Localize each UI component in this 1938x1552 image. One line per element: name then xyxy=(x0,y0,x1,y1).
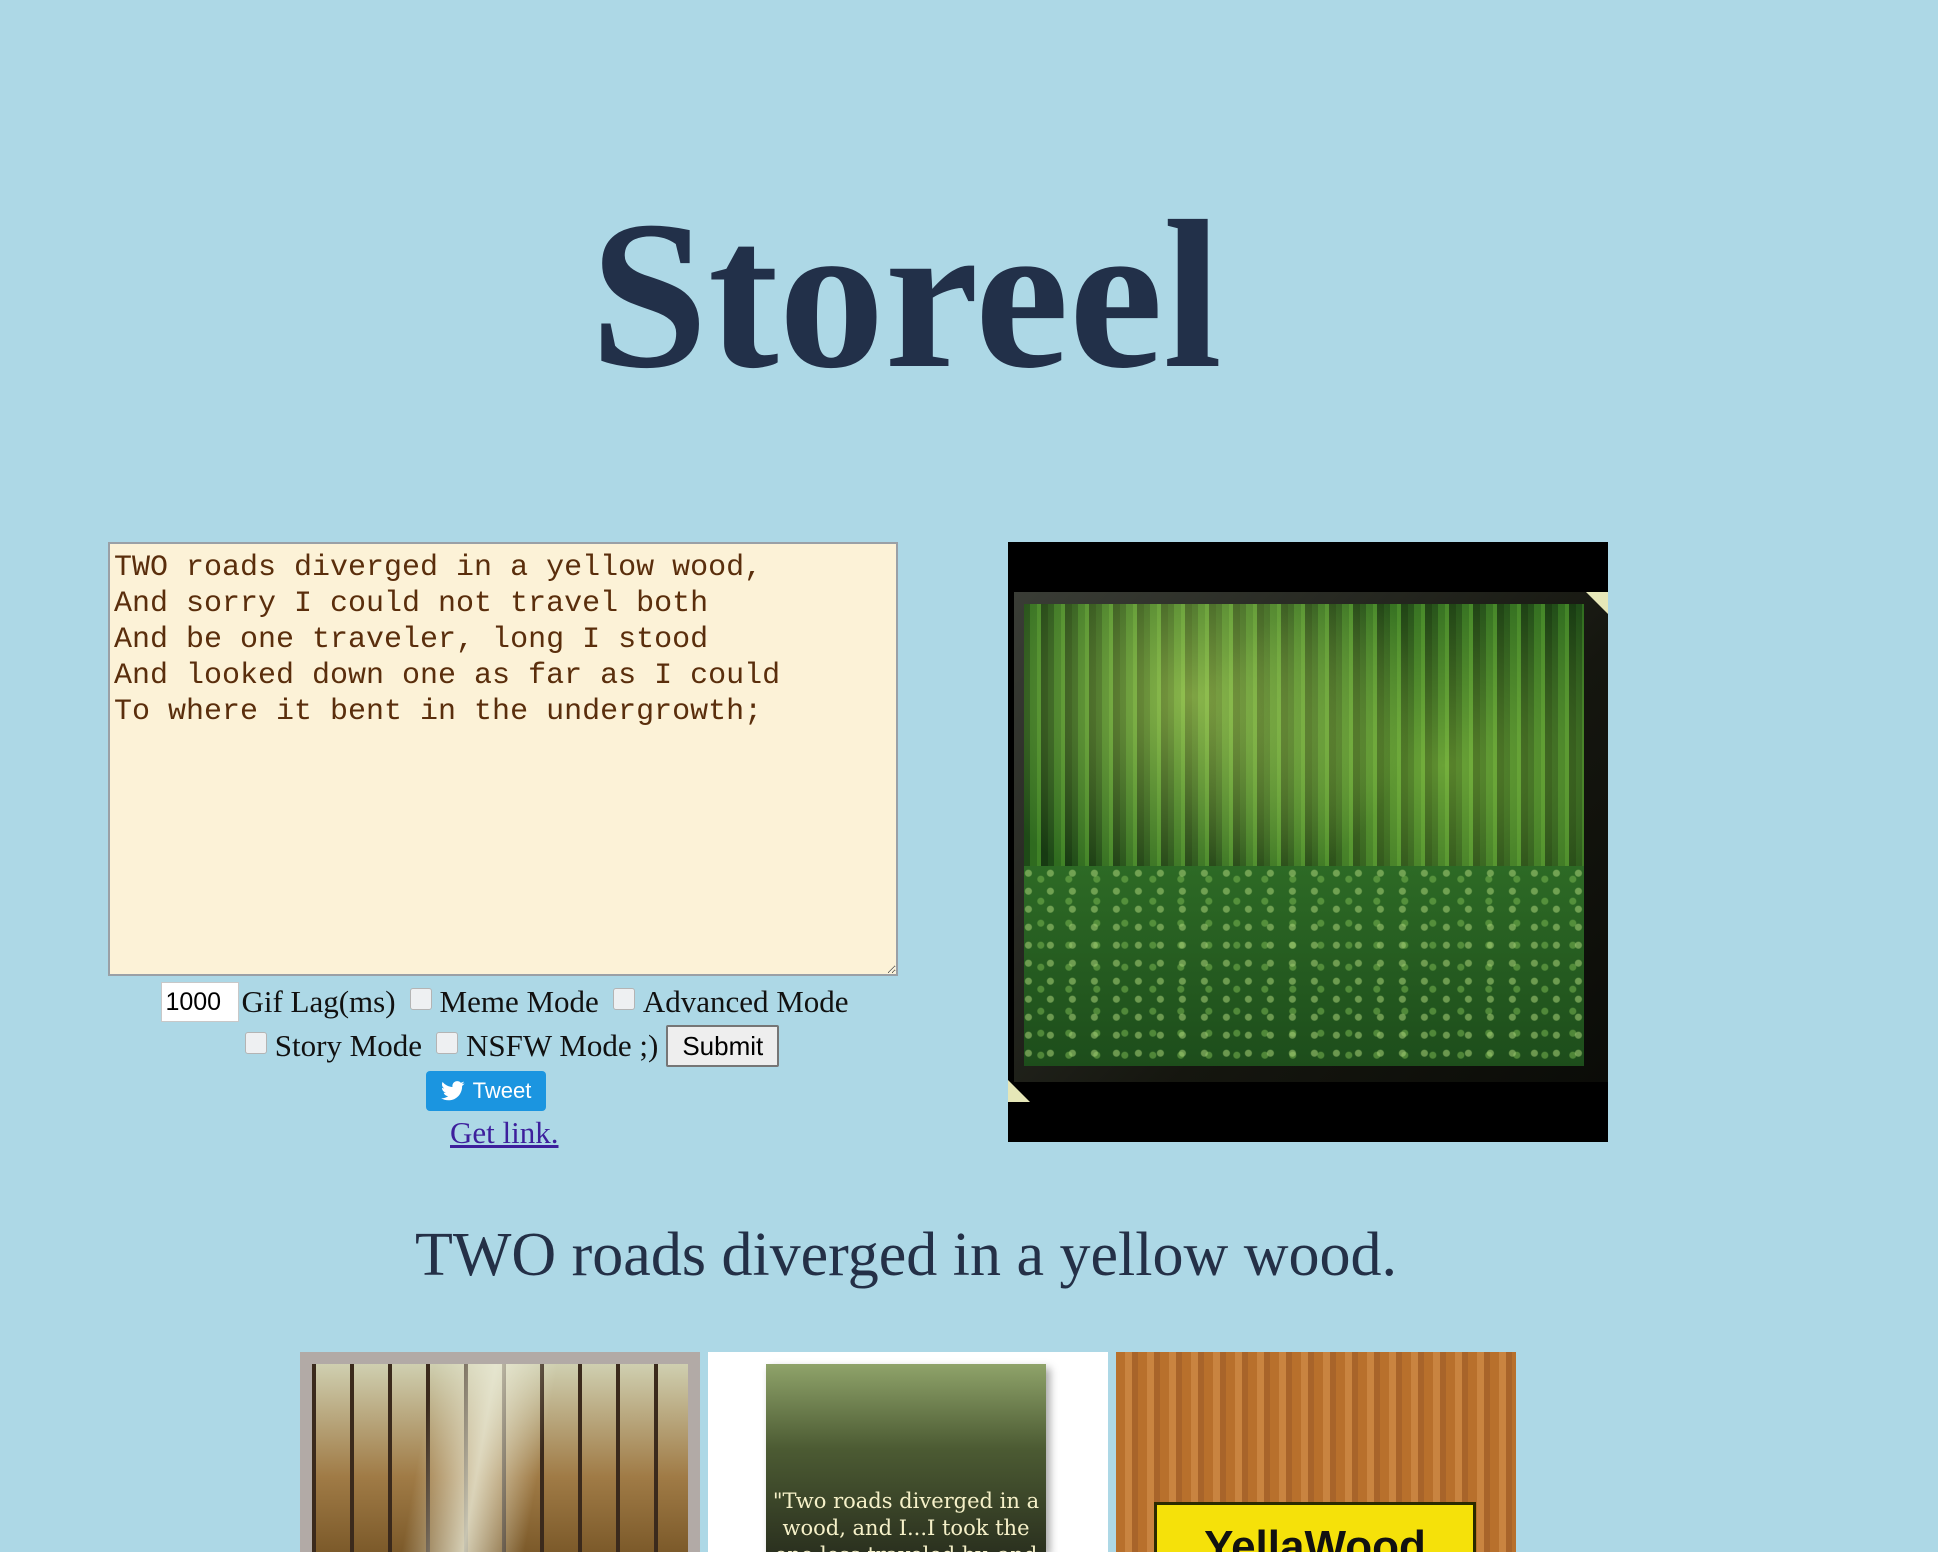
frame-corner xyxy=(1008,1080,1030,1102)
nsfw-mode-checkbox[interactable] xyxy=(436,1032,458,1054)
get-link[interactable]: Get link. xyxy=(450,1115,559,1151)
page-title: Storeel xyxy=(590,177,1222,412)
twitter-bird-icon xyxy=(440,1081,465,1101)
story-mode-label: Story Mode xyxy=(274,1028,422,1063)
advanced-mode-checkbox[interactable] xyxy=(612,988,635,1010)
tweet-label: Tweet xyxy=(472,1078,532,1103)
meme-mode-checkbox[interactable] xyxy=(409,988,432,1010)
story-textarea[interactable]: TWO roads diverged in a yellow wood, And… xyxy=(108,542,898,976)
meme-mode-label: Meme Mode xyxy=(439,984,599,1019)
result-thumbnail[interactable]: YellaWood xyxy=(1116,1352,1516,1552)
tweet-button[interactable]: Tweet xyxy=(426,1071,546,1111)
yellawood-sign-image: YellaWood xyxy=(1154,1502,1476,1552)
gif-lag-input[interactable] xyxy=(161,982,240,1022)
options-row-2: Story Mode NSFW Mode ;) Submit xyxy=(108,1024,902,1068)
submit-button[interactable]: Submit xyxy=(666,1025,780,1067)
options-row-1: Gif Lag(ms) Meme Mode Advanced Mode xyxy=(108,980,902,1024)
nsfw-mode-label: NSFW Mode ;) xyxy=(466,1028,659,1063)
frame-corner xyxy=(1586,592,1608,614)
story-caption: TWO roads diverged in a yellow wood. xyxy=(414,1221,1397,1289)
options-panel: Gif Lag(ms) Meme Mode Advanced Mode Stor… xyxy=(108,980,902,1068)
forest-quote-image: "Two roads diverged in a wood, and I...I… xyxy=(766,1364,1046,1552)
story-mode-checkbox[interactable] xyxy=(244,1032,267,1054)
autumn-forest-path-image xyxy=(312,1364,688,1552)
result-thumbnail[interactable] xyxy=(300,1352,700,1552)
advanced-mode-label: Advanced Mode xyxy=(642,984,849,1019)
result-thumbnail[interactable]: "Two roads diverged in a wood, and I...I… xyxy=(708,1352,1108,1552)
forest-undergrowth xyxy=(1024,866,1584,1066)
gif-preview xyxy=(1008,542,1608,1142)
gif-lag-label: Gif Lag(ms) xyxy=(241,984,396,1019)
